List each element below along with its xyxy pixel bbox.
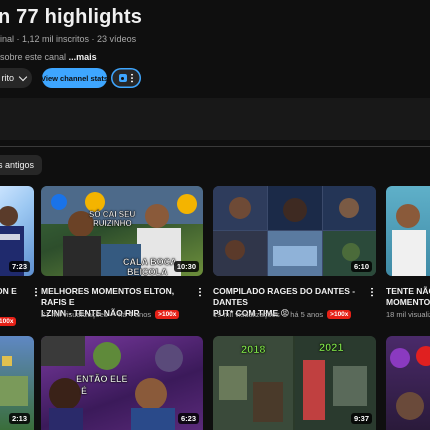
video-duration: 7:23 [8,261,30,272]
video-title-line: TENTE NÃO RI [386,286,430,296]
channel-meta: inal · 1,12 mil inscritos · 23 vídeos [0,34,137,44]
video-age: há 5 anos [290,310,324,319]
tabs-divider [0,146,430,147]
subscribed-label: rito [1,73,14,83]
thumbnail-caption: É [81,386,88,396]
view-count: 18 mil visualizaç [386,310,430,319]
channel-options-button[interactable] [111,68,141,88]
thumbnail-caption: 2021 [319,342,344,354]
kebab-menu-icon [131,73,134,83]
channel-title: n 77 highlights [0,6,143,28]
chevron-down-icon [18,72,28,82]
video-meta: 18 mil visualizaç [386,310,430,319]
kebab-menu-icon[interactable] [371,287,373,297]
video-meta: 21 mil visualizações · há 4 anos >100x [41,310,180,319]
channel-tabs-bar [0,98,430,140]
video-duration: 10:30 [173,261,199,272]
kebab-menu-icon[interactable] [35,287,37,297]
thumbnail-caption: RUIZINHO [93,219,132,228]
video-meta: 19 mil visualizações · há 5 anos >100x [213,310,352,319]
video-thumbnail[interactable]: 7:23 [0,186,34,276]
channel-handle: inal [0,34,15,44]
thumbnail-caption: CALA BOCA [123,257,177,267]
view-count: 19 mil visualizações [213,310,280,319]
subscriber-count: 1,12 mil inscritos [22,34,90,44]
video-duration: 6:23 [177,413,199,424]
video-title[interactable]: ON E [0,286,32,297]
video-age: há 4 anos [118,310,152,319]
video-duration: 9:37 [350,413,372,424]
video-title[interactable]: TENTE NÃO RI MOMENTOS [386,286,430,308]
video-duration: 6:10 [350,261,372,272]
view-channel-stats-button[interactable]: View channel stats [41,68,108,88]
video-title-line: MELHORES MOMENTOS ELTON, RAFIS E [41,286,175,307]
video-thumbnail[interactable]: 2018 2021 9:37 [213,336,376,430]
sort-chip-oldest[interactable]: s antigos [0,155,43,175]
video-duration: 2:13 [8,413,30,424]
performance-badge: 100x [0,317,17,326]
video-title-line: MOMENTOS [386,297,430,307]
video-title-line: COMPILADO RAGES DO DANTES - DANTES [213,286,356,307]
thumbnail-caption: SÓ CAI SEU [89,210,136,219]
thumbnail-caption: BEIÇOLA [127,267,168,276]
performance-badge: >100x [327,310,352,319]
performance-badge: >100x [155,310,180,319]
channel-settings-icon [118,74,127,82]
video-thumbnail[interactable]: 6:10 [213,186,376,276]
video-thumbnail[interactable]: ENTÃO ELE É 6:23 [41,336,203,430]
video-thumbnail[interactable] [386,336,430,430]
about-more-link[interactable]: ...mais [69,52,97,62]
about-text: sobre este canal [0,52,67,62]
kebab-menu-icon[interactable] [199,287,201,297]
video-meta: 100x [0,310,17,328]
thumbnail-caption: 2018 [241,344,266,356]
video-thumbnail[interactable]: 2:13 [0,336,34,430]
subscribed-button[interactable]: rito [0,68,32,88]
video-count: 23 vídeos [97,34,137,44]
thumbnail-caption: ENTÃO ELE [76,374,128,384]
video-thumbnail[interactable] [386,186,430,276]
channel-about[interactable]: sobre este canal ...mais [0,52,97,62]
video-thumbnail[interactable]: SÓ CAI SEU RUIZINHO CALA BOCA BEIÇOLA 10… [41,186,203,276]
view-count: 21 mil visualizações [41,310,108,319]
